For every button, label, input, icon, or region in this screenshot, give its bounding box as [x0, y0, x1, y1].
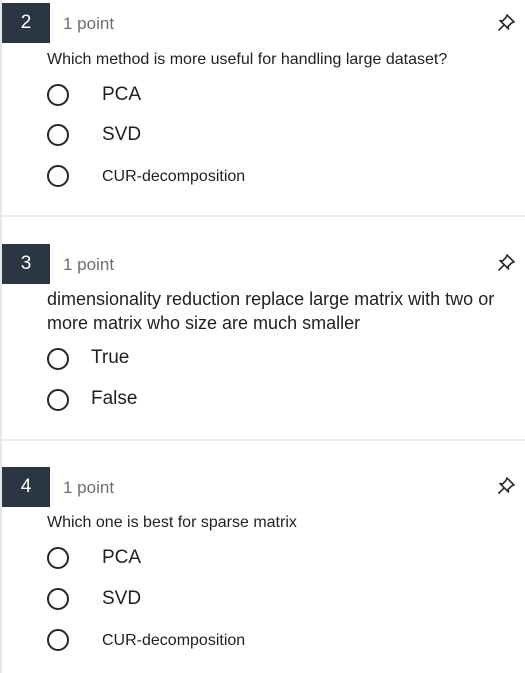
- question-divider: [2, 439, 525, 441]
- radio-button[interactable]: [47, 389, 69, 411]
- radio-button[interactable]: [47, 124, 69, 146]
- left-border: [0, 0, 2, 673]
- radio-button[interactable]: [47, 348, 69, 370]
- question-points: 1 point: [63, 478, 115, 497]
- pin-icon[interactable]: [496, 476, 516, 496]
- radio-button[interactable]: [47, 84, 69, 106]
- option-label: SVD: [102, 124, 142, 145]
- question-points: 1 point: [63, 255, 115, 274]
- quiz-page: 2 1 point Which method is more useful fo…: [0, 0, 525, 673]
- option-label: True: [91, 347, 130, 368]
- option-label: SVD: [102, 588, 142, 609]
- question-points: 1 point: [63, 14, 115, 33]
- option-svd[interactable]: [47, 584, 69, 614]
- option-true[interactable]: [47, 344, 69, 374]
- option-pca[interactable]: [47, 80, 69, 110]
- question-number-badge: 2: [2, 3, 50, 43]
- question-divider: [2, 215, 525, 217]
- option-pca[interactable]: [47, 543, 69, 573]
- option-cur-decomposition[interactable]: [47, 161, 69, 191]
- option-label: CUR-decomposition: [102, 632, 246, 649]
- option-cur-decomposition[interactable]: [47, 625, 69, 655]
- radio-button[interactable]: [47, 629, 69, 651]
- question-text: Which method is more useful for handling…: [47, 51, 448, 68]
- option-label: False: [91, 388, 138, 409]
- question-number-badge: 3: [2, 244, 50, 284]
- pin-icon[interactable]: [496, 253, 516, 273]
- option-svd[interactable]: [47, 120, 69, 150]
- question-text-line-1: dimensionality reduction replace large m…: [47, 289, 495, 309]
- question-number-badge: 4: [2, 467, 50, 507]
- radio-button[interactable]: [47, 547, 69, 569]
- pin-icon[interactable]: [496, 13, 516, 33]
- question-text: Which one is best for sparse matrix: [47, 514, 297, 531]
- option-false[interactable]: [47, 385, 69, 415]
- option-label: CUR-decomposition: [102, 168, 246, 185]
- radio-button[interactable]: [47, 588, 69, 610]
- radio-button[interactable]: [47, 165, 69, 187]
- option-label: PCA: [102, 84, 142, 105]
- option-label: PCA: [102, 547, 142, 568]
- question-text-line-2: more matrix who size are much smaller: [47, 313, 361, 333]
